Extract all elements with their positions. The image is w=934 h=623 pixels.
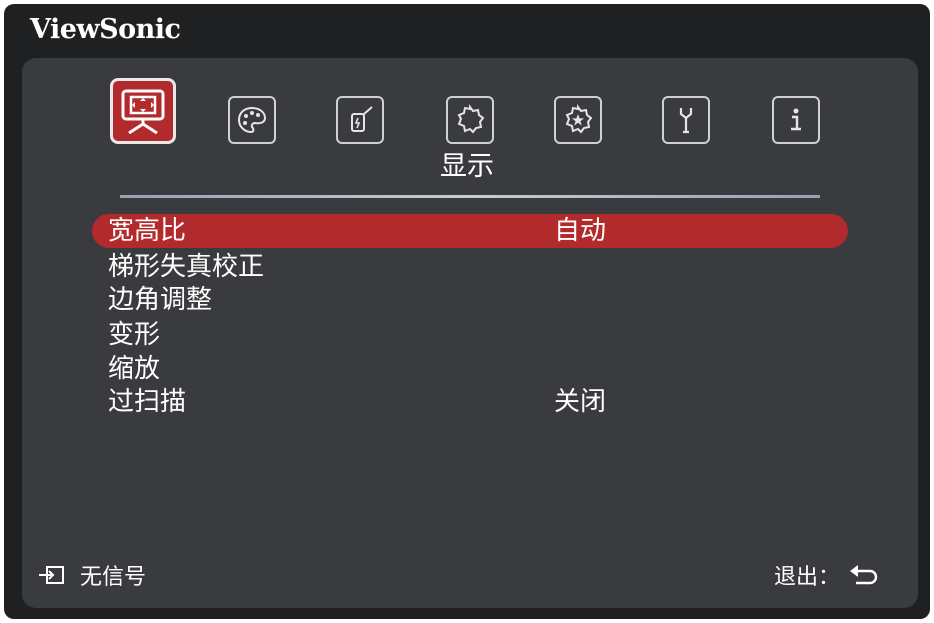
palette-icon (237, 106, 267, 134)
tab-information[interactable] (772, 96, 820, 144)
tab-advanced[interactable] (554, 96, 602, 144)
tab-management[interactable] (662, 96, 710, 144)
input-source-icon (39, 566, 64, 584)
menu-item-keystone[interactable]: 梯形失真校正 (92, 250, 848, 284)
basic-gear-icon (457, 104, 485, 134)
exit-text: 退出： (773, 565, 840, 590)
info-icon (791, 108, 801, 131)
menu-panel: 显示 宽高比 自动 梯形失真校正 边角调整 变形 缩放 过扫描 关闭 无信号 退… (22, 58, 918, 608)
return-arrow-icon (850, 565, 878, 585)
power-setting-icon (351, 106, 373, 132)
menu-item-label: 边角调整 (108, 285, 213, 315)
section-title: 显示 (440, 151, 494, 182)
tab-basic[interactable] (446, 96, 494, 144)
display-icon (121, 89, 165, 134)
menu-item-zoom[interactable]: 缩放 (92, 352, 848, 386)
tab-color[interactable] (228, 96, 276, 144)
menu-item-value: 自动 (554, 216, 607, 246)
advanced-gear-icon (565, 104, 593, 134)
wrench-icon (679, 108, 693, 134)
tab-power[interactable] (336, 96, 384, 144)
tab-display[interactable] (110, 78, 176, 144)
exit-hint[interactable]: 退出： (774, 558, 878, 592)
source-status-text: 无信号 (80, 565, 147, 590)
menu-item-label: 变形 (108, 320, 161, 350)
menu-item-label: 过扫描 (108, 387, 187, 417)
osd-window: ViewSonic 显示 宽高比 自动 梯形失真校正 边角调整 变形 缩放 过扫… (4, 4, 930, 619)
menu-item-aspect-ratio[interactable]: 宽高比 自动 (92, 214, 848, 248)
brand-logo: ViewSonic (30, 14, 181, 45)
menu-item-corner-adjust[interactable]: 边角调整 (92, 283, 848, 317)
menu-item-label: 梯形失真校正 (108, 252, 265, 282)
menu-item-warp[interactable]: 变形 (92, 318, 848, 352)
menu-item-overscan[interactable]: 过扫描 关闭 (92, 385, 848, 419)
input-source-status: 无信号 (38, 558, 146, 592)
menu-item-value: 关闭 (554, 387, 607, 417)
divider (120, 195, 820, 198)
menu-item-label: 缩放 (108, 354, 161, 384)
menu-item-label: 宽高比 (108, 216, 187, 246)
